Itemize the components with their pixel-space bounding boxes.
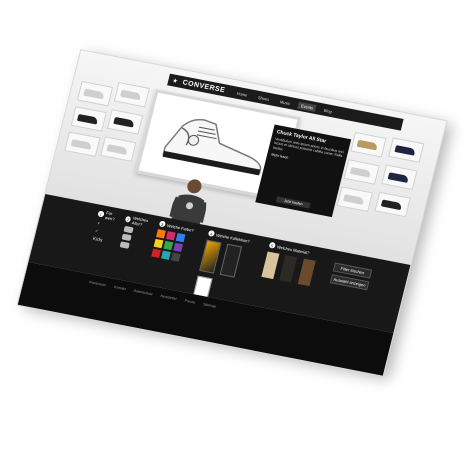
child-icon[interactable] [121,233,132,242]
brand-logo[interactable]: CONVERSE [182,79,226,94]
material-option-leather-brown[interactable] [297,258,316,287]
color-grid [151,229,199,264]
step-number: 3 [158,220,167,228]
nav-item-music[interactable]: Music [276,97,294,107]
color-swatch[interactable] [165,231,176,241]
sneaker-icon [343,194,365,205]
step-number: 4 [207,229,216,237]
nav-item-events[interactable]: Events [297,101,318,112]
high-top-sneaker-icon [162,118,262,176]
sneaker-icon [70,139,92,150]
footer-link[interactable]: Kontakt [114,285,127,291]
buy-button[interactable]: Jetzt kaufen [275,196,311,209]
nav-item-blog[interactable]: Blog [320,106,335,115]
step-number: 5 [268,241,276,249]
shoe-thumb[interactable] [100,136,137,162]
material-option-canvas[interactable] [261,251,280,280]
sneaker-icon [83,88,105,100]
footer-link[interactable]: Impressum [89,280,107,287]
shoe-thumb[interactable] [381,164,418,191]
color-swatch[interactable] [173,242,184,253]
sneaker-icon [76,113,99,125]
step-material: 5 Welches Material? [256,241,329,310]
footer-link[interactable]: Sitemap [203,302,217,308]
shoe-thumb[interactable] [374,191,411,218]
color-swatch[interactable] [153,238,164,249]
sneaker-icon [380,199,403,211]
color-swatch[interactable] [163,240,174,251]
shoe-thumb[interactable] [336,186,373,212]
shoe-thumb[interactable] [106,109,144,135]
sneaker-icon [106,144,128,155]
adult-icon[interactable] [119,241,130,249]
color-swatch[interactable] [170,252,181,262]
star-logo-icon: ★ [171,77,179,85]
step-color: 3 Welche Farbe? [146,220,201,284]
shoe-thumb[interactable] [76,80,114,107]
sneaker-icon [120,89,142,101]
collection-silhouette-2[interactable] [220,243,243,278]
nav-item-shoes[interactable]: Shoes [254,93,273,103]
step-label: Welches Alter? [131,215,149,228]
shoe-thumb[interactable] [388,137,425,163]
step-number: 2 [124,215,132,223]
color-swatch[interactable] [175,232,186,243]
collection-silhouette-1[interactable] [199,239,222,274]
footer-link[interactable]: Newsletter [160,294,177,301]
baby-icon[interactable] [123,225,134,234]
sneaker-icon [349,166,372,178]
color-swatch[interactable] [156,229,166,239]
step-number: 1 [97,210,105,218]
step-label: Für wen? [104,210,116,222]
footer-link[interactable]: Datenschutz [133,289,153,297]
shoe-thumb[interactable] [343,159,380,185]
sneaker-icon [394,145,416,156]
shoe-thumb[interactable] [64,131,101,157]
step-collection: 4 Welche Kollektion? [190,229,262,310]
shoe-thumb[interactable] [350,132,387,158]
sneaker-icon [356,139,378,151]
color-swatch[interactable] [151,248,161,258]
material-option-leather-dark[interactable] [279,255,298,283]
site-screenshot: ★ CONVERSE Home Shoes Music Events Blog [17,50,447,376]
color-swatch[interactable] [161,250,171,260]
shoe-thumb[interactable] [70,106,107,132]
footer-link[interactable]: Presse [184,299,196,305]
sneaker-icon [113,116,135,128]
shoe-thumb[interactable] [113,81,150,108]
sneaker-icon [387,172,409,183]
nav-item-home[interactable]: Home [233,89,251,99]
